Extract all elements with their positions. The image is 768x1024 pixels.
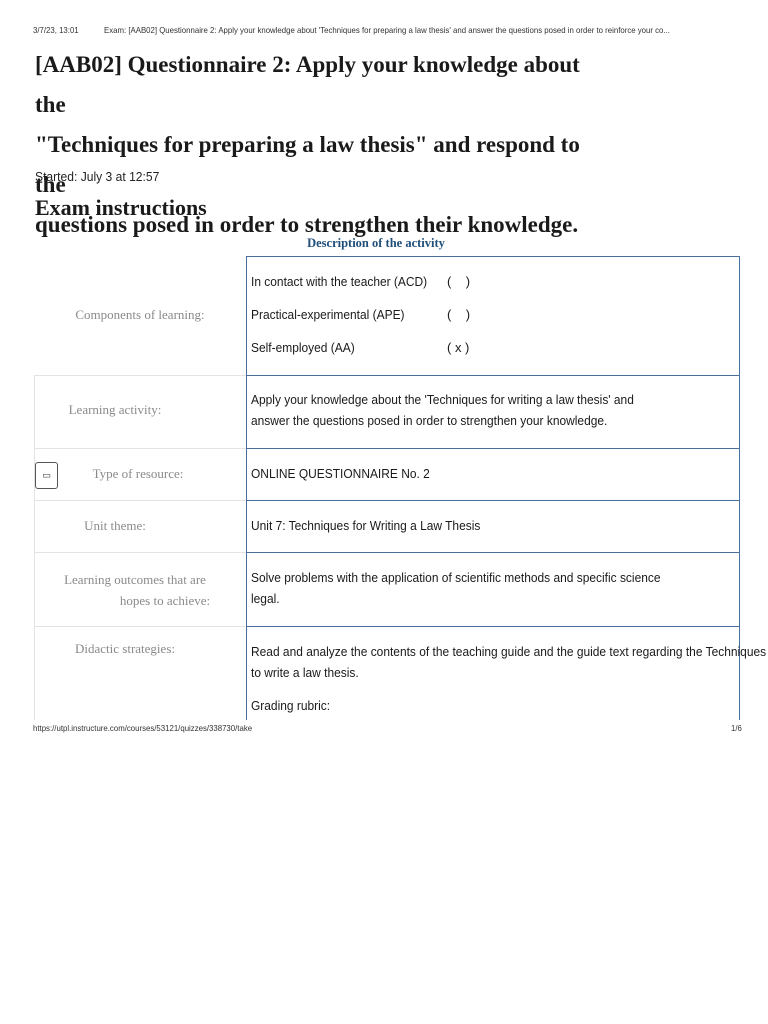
print-footer-url: https://utpl.instructure.com/courses/531… — [33, 723, 253, 733]
outcomes-label: Learning outcomes that are hopes to achi… — [34, 569, 236, 611]
learning-activity-line-2: answer the questions posed in order to s… — [251, 413, 608, 428]
outcomes-label-line-1: Learning outcomes that are — [64, 572, 206, 587]
component-mark-acd: ( ) — [447, 274, 471, 289]
title-line-1: [AAB02] Questionnaire 2: Apply your know… — [35, 52, 580, 117]
resource-type-value: ONLINE QUESTIONNAIRE No. 2 — [251, 466, 430, 481]
print-page-title: Exam: [AAB02] Questionnaire 2: Apply you… — [104, 25, 670, 35]
outcomes-label-line-2: hopes to achieve: — [119, 593, 211, 608]
resource-type-label: Type of resource: — [92, 466, 184, 481]
learning-activity-label: Learning activity: — [68, 402, 162, 417]
component-option-acd: In contact with the teacher (ACD) — [251, 274, 428, 289]
print-datetime: 3/7/23, 13:01 — [33, 25, 79, 35]
strategies-line-1: Read and analyze the contents of the tea… — [251, 644, 767, 659]
component-mark-aa: ( x ) — [447, 340, 470, 355]
strategies-label: Didactic strategies: — [75, 641, 175, 656]
table-caption: Description of the activity — [307, 236, 445, 250]
unit-theme-value: Unit 7: Techniques for Writing a Law The… — [251, 518, 481, 533]
expand-toggle-button[interactable]: ▭ — [35, 462, 58, 489]
print-footer-page: 1/6 — [731, 723, 742, 733]
started-timestamp: Started: July 3 at 12:57 — [35, 169, 160, 184]
instructions-heading: Exam instructions — [35, 195, 207, 220]
learning-activity-line-1: Apply your knowledge about the 'Techniqu… — [251, 392, 634, 407]
outcomes-line-2: legal. — [251, 591, 280, 606]
component-option-aa: Self-employed (AA) — [251, 340, 355, 355]
components-label: Components of learning: — [75, 307, 205, 322]
strategies-line-2: to write a law thesis. — [251, 665, 359, 680]
component-mark-ape: ( ) — [447, 307, 471, 322]
unit-theme-label: Unit theme: — [84, 518, 146, 533]
outcomes-value-cell — [246, 552, 740, 627]
component-option-ape: Practical-experimental (APE) — [251, 307, 405, 322]
outcomes-line-1: Solve problems with the application of s… — [251, 570, 661, 585]
strategies-line-3: Grading rubric: — [251, 698, 331, 713]
title-line-2: "Techniques for preparing a law thesis" … — [35, 132, 580, 197]
